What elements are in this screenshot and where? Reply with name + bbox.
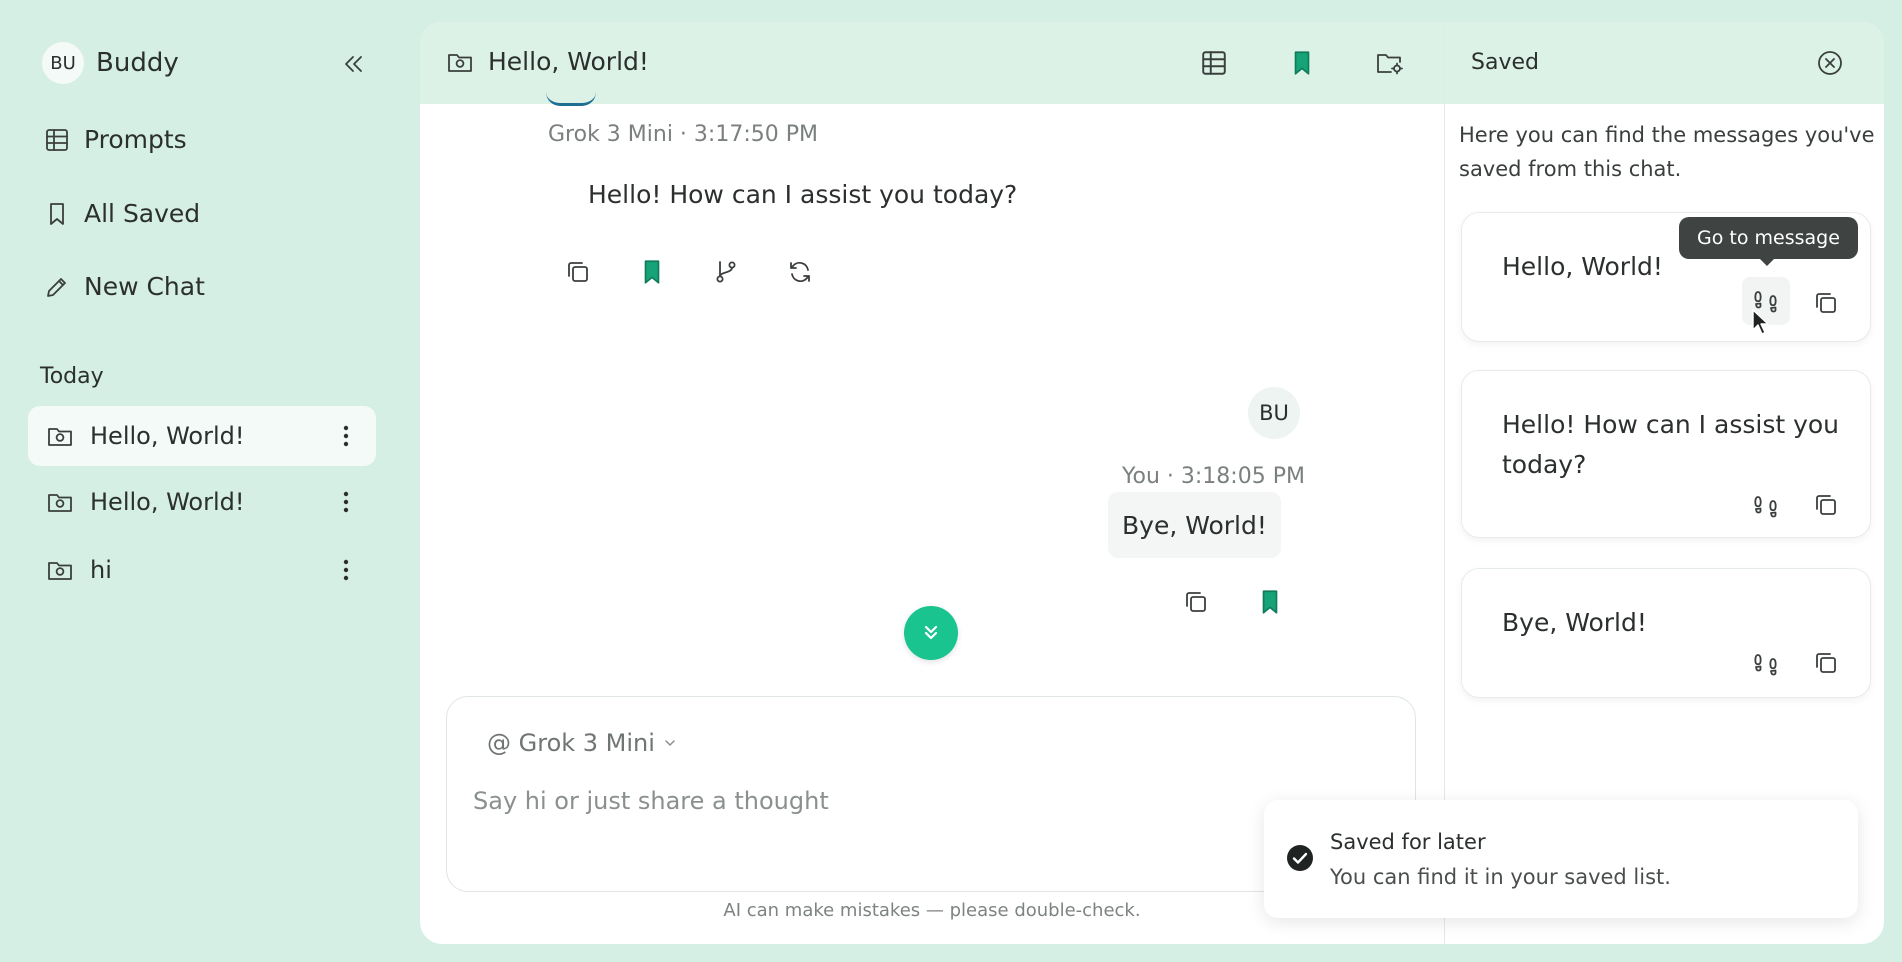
prompts-button[interactable] (1200, 49, 1228, 77)
app-name: Buddy (96, 48, 179, 78)
chevrons-down-icon (924, 625, 938, 640)
chat-list-item-label: hi (90, 556, 112, 584)
folder-settings-button[interactable] (1375, 49, 1405, 77)
assistant-message: Hello! How can I assist you today? (588, 180, 1018, 209)
copy-button[interactable] (1812, 491, 1840, 519)
chat-list-item-label: Hello, World! (90, 488, 245, 516)
table-icon (1202, 51, 1226, 75)
chevron-down-icon (665, 740, 675, 747)
footprints-icon (1754, 496, 1777, 518)
more-vertical-icon[interactable] (342, 490, 350, 514)
saved-card[interactable]: Hello! How can I assist you today? (1461, 370, 1871, 538)
message-meta: Grok 3 Mini · 3:17:50 PM (548, 122, 818, 147)
copy-icon (1186, 592, 1206, 612)
copy-button[interactable] (1812, 649, 1840, 677)
bookmark-button[interactable] (638, 258, 666, 286)
close-circle-icon (1818, 51, 1842, 75)
folder-chat-icon (48, 562, 72, 580)
copy-button[interactable] (564, 258, 592, 286)
sidebar-item-new-chat[interactable]: New Chat (44, 272, 205, 301)
saved-description: Here you can find the messages you've sa… (1459, 123, 1875, 181)
folder-chat-icon (448, 53, 472, 72)
saved-card[interactable]: Bye, World! (1461, 568, 1871, 698)
more-vertical-icon[interactable] (342, 424, 350, 448)
assistant-avatar-partial (546, 92, 596, 106)
section-title-today: Today (40, 364, 104, 389)
folder-chat-icon (48, 428, 72, 446)
scroll-to-bottom-button[interactable] (904, 606, 958, 660)
model-selector-label: @ Grok 3 Mini (487, 729, 655, 757)
chat-title: Hello, World! (488, 47, 649, 76)
message-input[interactable] (473, 779, 1373, 823)
user-avatar: BU (1248, 387, 1300, 439)
user-message: Bye, World! (1108, 492, 1281, 558)
regenerate-button[interactable] (786, 258, 814, 286)
saved-toggle-button[interactable] (1288, 49, 1316, 77)
toast-message: You can find it in your saved list. (1330, 865, 1671, 889)
chevrons-left-icon (345, 56, 362, 72)
more-vertical-icon[interactable] (342, 558, 350, 582)
git-branch-icon (716, 261, 736, 283)
sidebar-item-all-saved[interactable]: All Saved (44, 199, 200, 228)
go-to-message-button[interactable] (1752, 493, 1780, 519)
bookmark-icon (50, 202, 64, 225)
sidebar-item-label: All Saved (84, 199, 201, 228)
bookmark-button[interactable] (1256, 588, 1284, 616)
copy-icon (568, 262, 588, 282)
tooltip-go-to-message: Go to message (1679, 217, 1858, 266)
brand: BU Buddy (42, 42, 179, 84)
chat-list-item-label: Hello, World! (90, 422, 245, 450)
chat-list-item[interactable]: Hello, World! (28, 406, 376, 466)
collapse-sidebar-button[interactable] (338, 50, 368, 78)
bookmark-filled-icon (1262, 590, 1278, 614)
folder-chat-icon (48, 494, 72, 512)
toast-title: Saved for later (1330, 830, 1486, 854)
saved-header: Saved (1445, 22, 1884, 104)
saved-card-text: Bye, World! (1502, 608, 1647, 637)
model-selector[interactable]: @ Grok 3 Mini (487, 729, 677, 757)
copy-icon (1816, 495, 1836, 515)
chat-title-wrap: Hello, World! (446, 47, 649, 76)
sidebar-item-label: Prompts (84, 125, 187, 154)
saved-card-text: Hello! How can I assist you today? (1502, 410, 1840, 479)
go-to-message-button[interactable] (1752, 651, 1780, 677)
footprints-icon (1754, 654, 1777, 676)
bookmark-filled-icon (644, 260, 660, 284)
refresh-icon (790, 262, 810, 282)
message-meta: You · 3:18:05 PM (1122, 464, 1305, 489)
sidebar-item-label: New Chat (84, 272, 205, 301)
copy-icon (1816, 653, 1836, 673)
mouse-cursor-icon (1752, 309, 1769, 335)
sidebar-item-prompts[interactable]: Prompts (44, 125, 187, 154)
bookmark-filled-icon (1294, 51, 1310, 75)
branch-button[interactable] (712, 258, 740, 286)
pencil-icon (47, 277, 66, 297)
table-icon (46, 128, 68, 151)
close-saved-button[interactable] (1815, 48, 1845, 78)
copy-button[interactable] (1812, 289, 1840, 317)
avatar[interactable]: BU (42, 42, 84, 84)
check-circle-icon (1287, 845, 1313, 871)
sidebar: BU Buddy Prompts All Saved New Chat Toda… (0, 0, 405, 962)
chat-list-item[interactable]: Hello, World! (28, 472, 376, 532)
folder-gear-icon (1377, 54, 1403, 75)
saved-title: Saved (1471, 50, 1539, 75)
chat-list-item[interactable]: hi (28, 540, 376, 600)
copy-icon (1816, 293, 1836, 313)
toast-notification: Saved for later You can find it in your … (1264, 800, 1858, 918)
copy-button[interactable] (1182, 588, 1210, 616)
